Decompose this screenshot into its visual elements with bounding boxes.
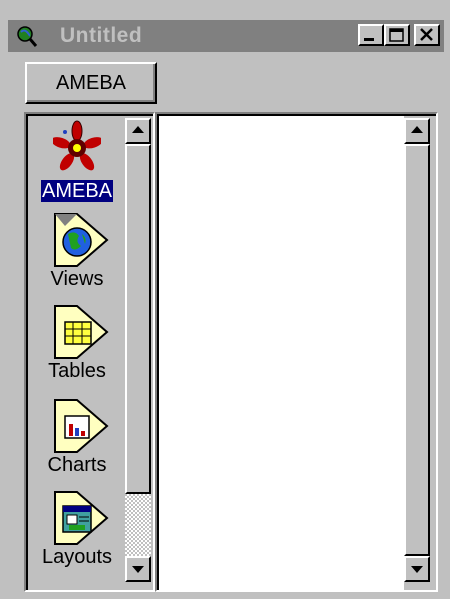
ameba-star-icon bbox=[53, 120, 101, 171]
layout-document-icon bbox=[54, 491, 109, 545]
list-item-layouts[interactable]: Layouts bbox=[30, 490, 124, 568]
list-item-label: Layouts bbox=[41, 546, 113, 568]
window-title: Untitled bbox=[60, 24, 143, 47]
arrow-up-icon bbox=[132, 126, 144, 133]
title-bar[interactable]: Untitled bbox=[8, 20, 444, 52]
app-globe-magnifier-icon bbox=[17, 26, 38, 47]
project-name-button[interactable]: AMEBA bbox=[25, 62, 157, 104]
document-type-list[interactable]: AMEBA Views Tables Charts Layouts bbox=[24, 112, 155, 592]
close-button[interactable] bbox=[414, 24, 440, 46]
project-window: Untitled AMEBA AMEBA Views Tables Charts… bbox=[0, 0, 450, 599]
arrow-down-icon bbox=[132, 566, 144, 573]
arrow-down-icon bbox=[411, 566, 423, 573]
maximize-button[interactable] bbox=[384, 24, 410, 46]
list-item-ameba[interactable]: AMEBA bbox=[30, 118, 124, 202]
scroll-track[interactable] bbox=[125, 494, 151, 556]
list-item-tables[interactable]: Tables bbox=[30, 304, 124, 382]
list-item-views[interactable]: Views bbox=[30, 212, 124, 290]
scroll-up-button[interactable] bbox=[125, 118, 151, 144]
list-vertical-scrollbar[interactable] bbox=[125, 116, 151, 590]
document-contents-list[interactable] bbox=[155, 112, 438, 592]
list-item-label: Views bbox=[50, 268, 104, 290]
contents-area[interactable] bbox=[159, 116, 404, 590]
maximize-icon bbox=[389, 28, 404, 42]
contents-vertical-scrollbar[interactable] bbox=[404, 116, 430, 590]
table-document-icon bbox=[54, 305, 109, 359]
scroll-thumb[interactable] bbox=[404, 144, 430, 556]
scroll-down-button[interactable] bbox=[404, 556, 430, 582]
list-item-label: Charts bbox=[47, 454, 107, 476]
chart-document-icon bbox=[54, 399, 109, 453]
globe-document-icon bbox=[54, 213, 109, 267]
scroll-up-button[interactable] bbox=[404, 118, 430, 144]
scroll-thumb[interactable] bbox=[125, 144, 151, 494]
scroll-down-button[interactable] bbox=[125, 556, 151, 582]
minimize-button[interactable] bbox=[358, 24, 384, 46]
list-item-label: Tables bbox=[48, 360, 106, 382]
close-icon bbox=[420, 28, 433, 41]
arrow-up-icon bbox=[411, 126, 423, 133]
minimize-icon bbox=[364, 38, 374, 41]
list-item-label: AMEBA bbox=[40, 180, 114, 202]
list-item-charts[interactable]: Charts bbox=[30, 398, 124, 476]
